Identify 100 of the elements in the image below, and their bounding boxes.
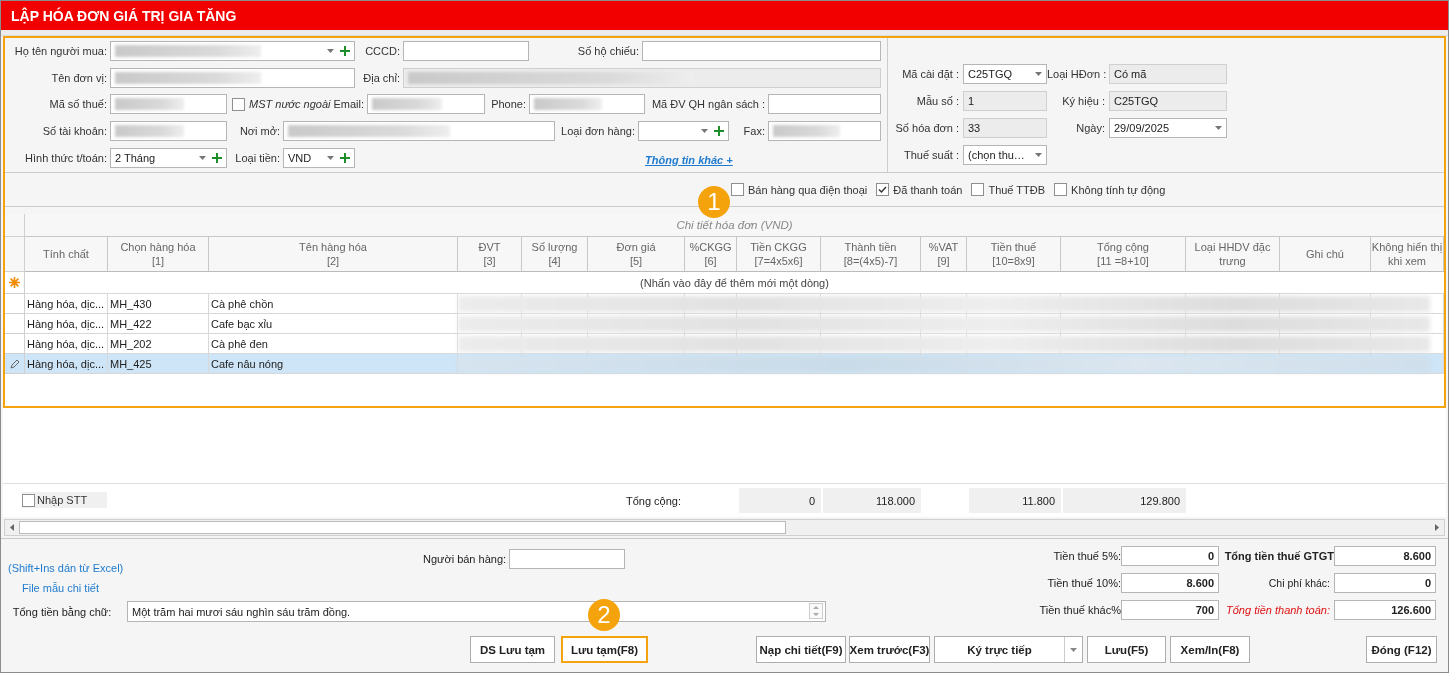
table-cell: Hàng hóa, dịc... (27, 357, 105, 370)
action-button[interactable]: Đóng (F12) (1366, 636, 1437, 663)
checkbox[interactable] (232, 98, 245, 111)
field-label: Nơi mở: (238, 125, 280, 138)
amount-field[interactable]: 8.600 (1121, 573, 1219, 593)
field-label: Ngày: (1075, 121, 1105, 134)
help-link[interactable]: File mẫu chi tiết (22, 582, 423, 594)
totals-label: Tổng cộng: (625, 494, 681, 507)
checkbox[interactable] (731, 183, 744, 196)
input-field[interactable] (403, 41, 529, 62)
total-cell: 129.800 (1063, 488, 1186, 513)
summary-label: Tiền thuế 5%: (1052, 550, 1121, 562)
total-cell: 118.000 (823, 488, 921, 513)
field-label: Ký hiệu : (1061, 94, 1105, 107)
field-label: Thuế suất : (902, 148, 959, 161)
amount-field[interactable]: 700 (1121, 600, 1219, 620)
action-button[interactable]: Xem/In(F8) (1170, 636, 1250, 663)
amount-field[interactable]: 126.600 (1334, 600, 1436, 620)
table-row[interactable]: Hàng hóa, dịc... MH_425 Cafe nâu nóng (5, 354, 1444, 374)
dropdown-arrow-icon (327, 49, 334, 54)
add-icon[interactable] (714, 126, 724, 137)
dropdown-arrow-icon (701, 129, 708, 134)
window-title: LẬP HÓA ĐƠN GIÁ TRỊ GIA TĂNG (11, 7, 237, 24)
checkbox-label: MST nước ngoài (249, 98, 331, 111)
dropdown-field[interactable]: VND (283, 147, 355, 168)
field-label: Fax: (742, 125, 765, 138)
new-row-icon (9, 277, 20, 288)
checkbox[interactable] (1054, 183, 1068, 196)
input-field[interactable] (642, 41, 881, 62)
scrollbar-thumb[interactable] (19, 521, 786, 534)
field-label: Loại đơn hàng: (560, 125, 635, 138)
pencil-icon (9, 358, 20, 369)
action-button[interactable]: Lưu(F5) (1087, 636, 1166, 663)
amount-field[interactable]: 0 (1334, 573, 1436, 593)
dropdown-arrow-icon (1035, 152, 1042, 157)
table-cell: Cafe nâu nóng (211, 357, 284, 370)
table-cell: MH_202 (110, 337, 152, 350)
table-row[interactable]: Hàng hóa, dịc... MH_430 Cà phê chồn (5, 294, 1444, 314)
action-button[interactable]: Nạp chi tiết(F9) (756, 636, 846, 663)
field-label: Địa chỉ: (362, 71, 400, 84)
total-cell: 0 (739, 488, 821, 513)
table-row[interactable]: Hàng hóa, dịc... MH_202 Cà phê đen (5, 334, 1444, 354)
input-field[interactable] (110, 67, 355, 88)
total-cell: 11.800 (969, 488, 1061, 513)
field-label: Tên đơn vị: (50, 71, 107, 84)
field-label: Loại tiền: (234, 151, 280, 164)
dropdown-field[interactable]: (chọn thu… (963, 144, 1047, 165)
input-field[interactable] (768, 94, 881, 115)
checkbox-label: Nhập STT (37, 494, 88, 507)
step-badge: 2 (588, 599, 620, 631)
more-info-link[interactable]: Thông tin khác + (645, 153, 733, 166)
checkbox-label: Thuế TTĐB (988, 183, 1046, 196)
amount-field[interactable]: 0 (1121, 546, 1219, 566)
table-cell: MH_422 (110, 317, 152, 330)
summary-label: Tiền thuế 10%: (1046, 577, 1121, 589)
dropdown-arrow-icon (1035, 71, 1042, 76)
action-button[interactable]: Xem trước(F3) (849, 636, 930, 663)
input-field[interactable] (110, 94, 227, 115)
dropdown-field[interactable] (110, 41, 355, 62)
field-label: Họ tên người mua: (13, 45, 107, 58)
table-cell: MH_425 (110, 357, 152, 370)
spin-icon[interactable] (809, 603, 823, 619)
add-icon[interactable] (340, 46, 350, 57)
field-label: Loại HĐơn : (1047, 67, 1105, 80)
help-link[interactable]: (Shift+Ins dán từ Excel) (8, 562, 423, 574)
dropdown-arrow-icon (1215, 125, 1222, 130)
dropdown-arrow-icon (199, 155, 206, 160)
dropdown-field[interactable]: 2 Tháng (110, 147, 227, 168)
checkbox-label: Bán hàng qua điện thoại (748, 183, 868, 196)
field-label: Hình thức t/toán: (24, 151, 107, 164)
checkbox[interactable] (971, 183, 985, 196)
field-label: Người bán hàng: (423, 553, 507, 565)
dropdown-field[interactable] (638, 121, 729, 142)
input-field[interactable] (768, 121, 881, 142)
field-label: Số tài khoản: (41, 125, 107, 138)
input-field[interactable] (110, 121, 227, 142)
action-button[interactable]: Lưu tạm(F8) (561, 636, 648, 663)
dropdown-arrow-icon (327, 155, 334, 160)
table-row[interactable]: Hàng hóa, dịc... MH_422 Cafe bạc xỉu (5, 314, 1444, 334)
input-field[interactable] (529, 94, 645, 115)
table-cell: Cà phê đen (211, 337, 268, 350)
dropdown-field[interactable]: 29/09/2025 (1109, 117, 1227, 138)
add-icon[interactable] (212, 152, 222, 163)
field-label: Mã cài đặt : (901, 67, 959, 80)
add-icon[interactable] (340, 152, 350, 163)
dropdown-field[interactable]: C25TGQ (963, 63, 1047, 84)
summary-label: Tổng tiền thuế GTGT (1223, 550, 1334, 562)
checkbox-label: Không tính tự động (1071, 183, 1166, 196)
summary-label: Tổng tiền thanh toán: (1225, 604, 1331, 616)
amount-field[interactable]: 8.600 (1334, 546, 1436, 566)
split-button[interactable]: Ký trực tiếp (934, 636, 1083, 663)
table-cell: MH_430 (110, 297, 152, 310)
field-label: Số hộ chiếu: (576, 45, 639, 58)
checkbox[interactable] (876, 183, 890, 196)
checkbox[interactable] (22, 493, 35, 507)
input-field[interactable] (509, 549, 626, 569)
action-button[interactable]: DS Lưu tạm (470, 636, 555, 663)
input-field[interactable] (283, 121, 555, 142)
table-cell: Cafe bạc xỉu (211, 317, 273, 330)
input-field[interactable] (367, 94, 485, 115)
